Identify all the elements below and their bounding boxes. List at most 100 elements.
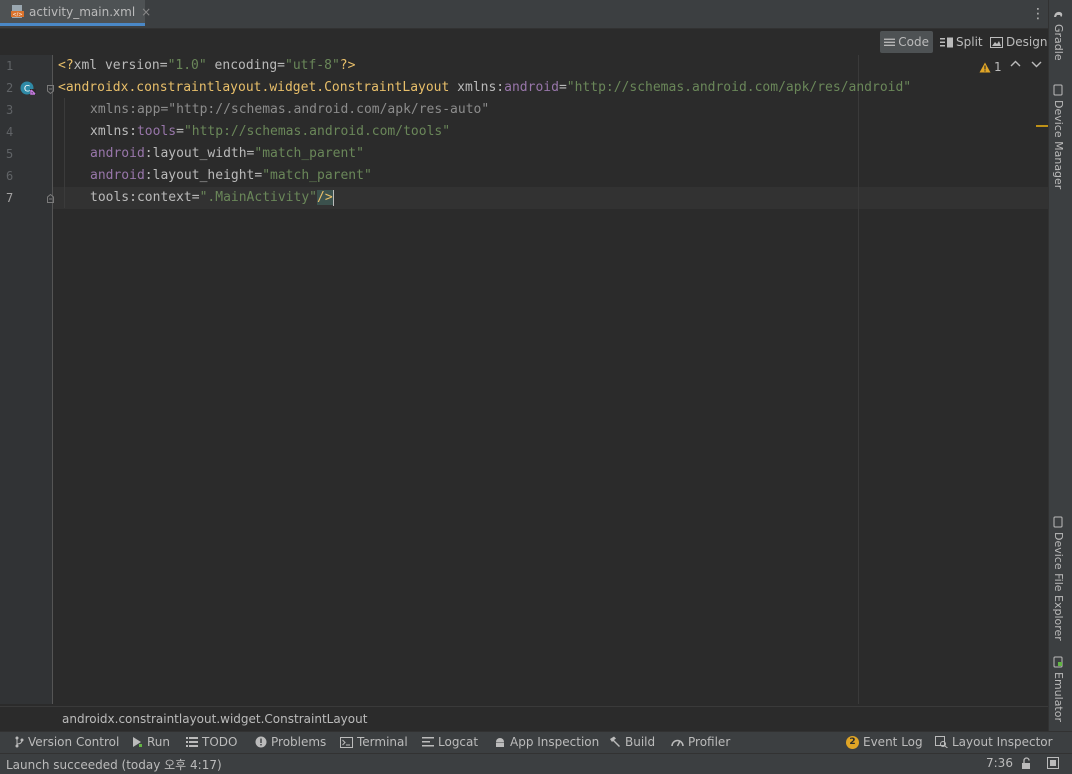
code-line-5[interactable]: android:layout_width="match_parent" <box>90 143 364 165</box>
run-label: Run <box>147 735 171 749</box>
status-message[interactable]: Launch succeeded (today 오후 4:17) <box>6 756 222 773</box>
profiler-button[interactable]: Profiler <box>671 735 730 749</box>
chevron-up-icon <box>1010 60 1021 67</box>
svg-text:</>: </> <box>12 12 22 18</box>
phone-icon <box>1052 516 1065 528</box>
encoding-value: "utf-8" <box>285 58 340 73</box>
next-highlight-button[interactable] <box>1031 58 1042 72</box>
status-bar: Launch succeeded (today 오후 4:17) 7:36 <box>0 753 1072 774</box>
caret-position[interactable]: 7:36 <box>986 756 1013 770</box>
editor-tab-bar: </> activity_main.xml × ⋮ <box>0 0 1048 29</box>
attr-value: ".MainActivity" <box>199 190 317 205</box>
gradle-tool-button[interactable]: Gradle <box>1052 8 1065 61</box>
unlock-icon[interactable] <box>1021 757 1032 773</box>
run-button[interactable]: Run <box>131 735 170 749</box>
terminal-label: Terminal <box>357 735 408 749</box>
event-log-button[interactable]: 2 Event Log <box>846 735 923 749</box>
svg-text:C: C <box>24 85 30 95</box>
build-label: Build <box>625 735 656 749</box>
terminal-button[interactable]: Terminal <box>340 735 408 749</box>
version-control-label: Version Control <box>28 735 120 749</box>
namespace-prefix: android <box>90 168 145 183</box>
code-line-2[interactable]: <androidx.constraintlayout.widget.Constr… <box>58 77 911 99</box>
image-icon <box>990 36 1003 48</box>
line-number: 3 <box>6 103 14 117</box>
line-number: 6 <box>6 169 14 183</box>
branch-icon <box>15 736 24 748</box>
build-button[interactable]: Build <box>609 735 655 749</box>
line-number: 7 <box>6 191 14 205</box>
lines-icon <box>884 38 896 46</box>
pi-open: <? <box>58 58 74 73</box>
xml-decl: xml version= <box>73 58 168 73</box>
tab-label: activity_main.xml <box>29 4 136 19</box>
logcat-button[interactable]: Logcat <box>422 735 478 749</box>
attr-value: "http://schemas.android.com/tools" <box>183 124 451 139</box>
emulator-icon <box>1052 656 1065 668</box>
hammer-icon <box>610 736 620 747</box>
namespace-prefix: android <box>504 80 559 95</box>
right-margin-guide <box>858 55 859 704</box>
xml-file-icon: </> <box>11 4 24 19</box>
line-number: 1 <box>6 59 14 73</box>
activity-link-icon[interactable]: C <box>20 80 38 99</box>
info-icon <box>255 736 267 748</box>
warning-stripe-marker[interactable] <box>1036 125 1048 127</box>
equals: = <box>558 80 567 95</box>
previous-highlight-button[interactable] <box>1010 58 1021 72</box>
code-line-6[interactable]: android:layout_height="match_parent" <box>90 165 372 187</box>
device-icon <box>1052 84 1065 96</box>
memory-indicator-icon[interactable] <box>1047 757 1059 772</box>
namespace-prefix: tools <box>90 190 130 205</box>
equals: = <box>191 190 200 205</box>
chevron-down-icon <box>1031 61 1042 68</box>
attr-value: "match_parent" <box>254 146 364 161</box>
problems-button[interactable]: Problems <box>255 735 326 749</box>
problems-label: Problems <box>271 735 327 749</box>
code-label: Code <box>898 35 929 49</box>
version-control-button[interactable]: Version Control <box>14 735 119 749</box>
code-line-1[interactable]: <?xml version="1.0" encoding="utf-8"?> <box>58 55 355 77</box>
split-view-button[interactable]: Split <box>936 31 987 53</box>
code-line-3[interactable]: xmlns:app="http://schemas.android.com/ap… <box>90 99 489 121</box>
gutter-separator <box>52 55 53 704</box>
line-number: 5 <box>6 147 14 161</box>
design-view-button[interactable]: Design <box>986 31 1051 53</box>
layout-inspector-icon <box>935 736 948 748</box>
attr-value: "http://schemas.android.com/apk/res/andr… <box>566 80 912 95</box>
inspection-widget[interactable]: 1 <box>979 60 1002 74</box>
android-icon <box>496 738 504 747</box>
gradle-icon <box>1052 8 1065 20</box>
terminal-icon <box>340 736 353 748</box>
code-line-7[interactable]: tools:context=".MainActivity"/> <box>90 187 334 209</box>
device-file-explorer-tool-button[interactable]: Device File Explorer <box>1052 516 1065 641</box>
emulator-label: Emulator <box>1052 672 1065 722</box>
todo-button[interactable]: TODO <box>186 735 237 749</box>
xmlns-attr: xmlns: <box>90 124 137 139</box>
device-manager-tool-button[interactable]: Device Manager <box>1052 84 1065 189</box>
namespace-prefix: android <box>90 146 145 161</box>
device-file-explorer-label: Device File Explorer <box>1052 532 1065 641</box>
more-options-icon[interactable]: ⋮ <box>1031 5 1045 23</box>
indent-guide <box>64 98 65 208</box>
layout-inspector-button[interactable]: Layout Inspector <box>935 735 1053 749</box>
pi-close: ?> <box>339 58 356 73</box>
layout-inspector-label: Layout Inspector <box>952 735 1053 749</box>
emulator-tool-button[interactable]: Emulator <box>1052 656 1065 722</box>
list-icon <box>186 737 198 747</box>
line-number: 2 <box>6 81 14 95</box>
design-label: Design <box>1006 35 1048 49</box>
tab-activity-main-xml[interactable]: </> activity_main.xml × <box>0 0 151 26</box>
fold-icon[interactable] <box>47 83 54 95</box>
code-view-button[interactable]: Code <box>880 31 933 53</box>
attr-value: "match_parent" <box>262 168 372 183</box>
event-log-count-badge: 2 <box>846 735 859 749</box>
line-number: 4 <box>6 125 14 139</box>
gradle-label: Gradle <box>1052 24 1065 61</box>
breadcrumb[interactable]: androidx.constraintlayout.widget.Constra… <box>62 712 367 726</box>
app-inspection-button[interactable]: App Inspection <box>494 735 599 749</box>
code-line-4[interactable]: xmlns:tools="http://schemas.android.com/… <box>90 121 450 143</box>
breadcrumb-bar: androidx.constraintlayout.widget.Constra… <box>0 706 1048 731</box>
close-icon[interactable]: × <box>141 5 151 19</box>
fold-end-icon[interactable] <box>47 192 54 203</box>
